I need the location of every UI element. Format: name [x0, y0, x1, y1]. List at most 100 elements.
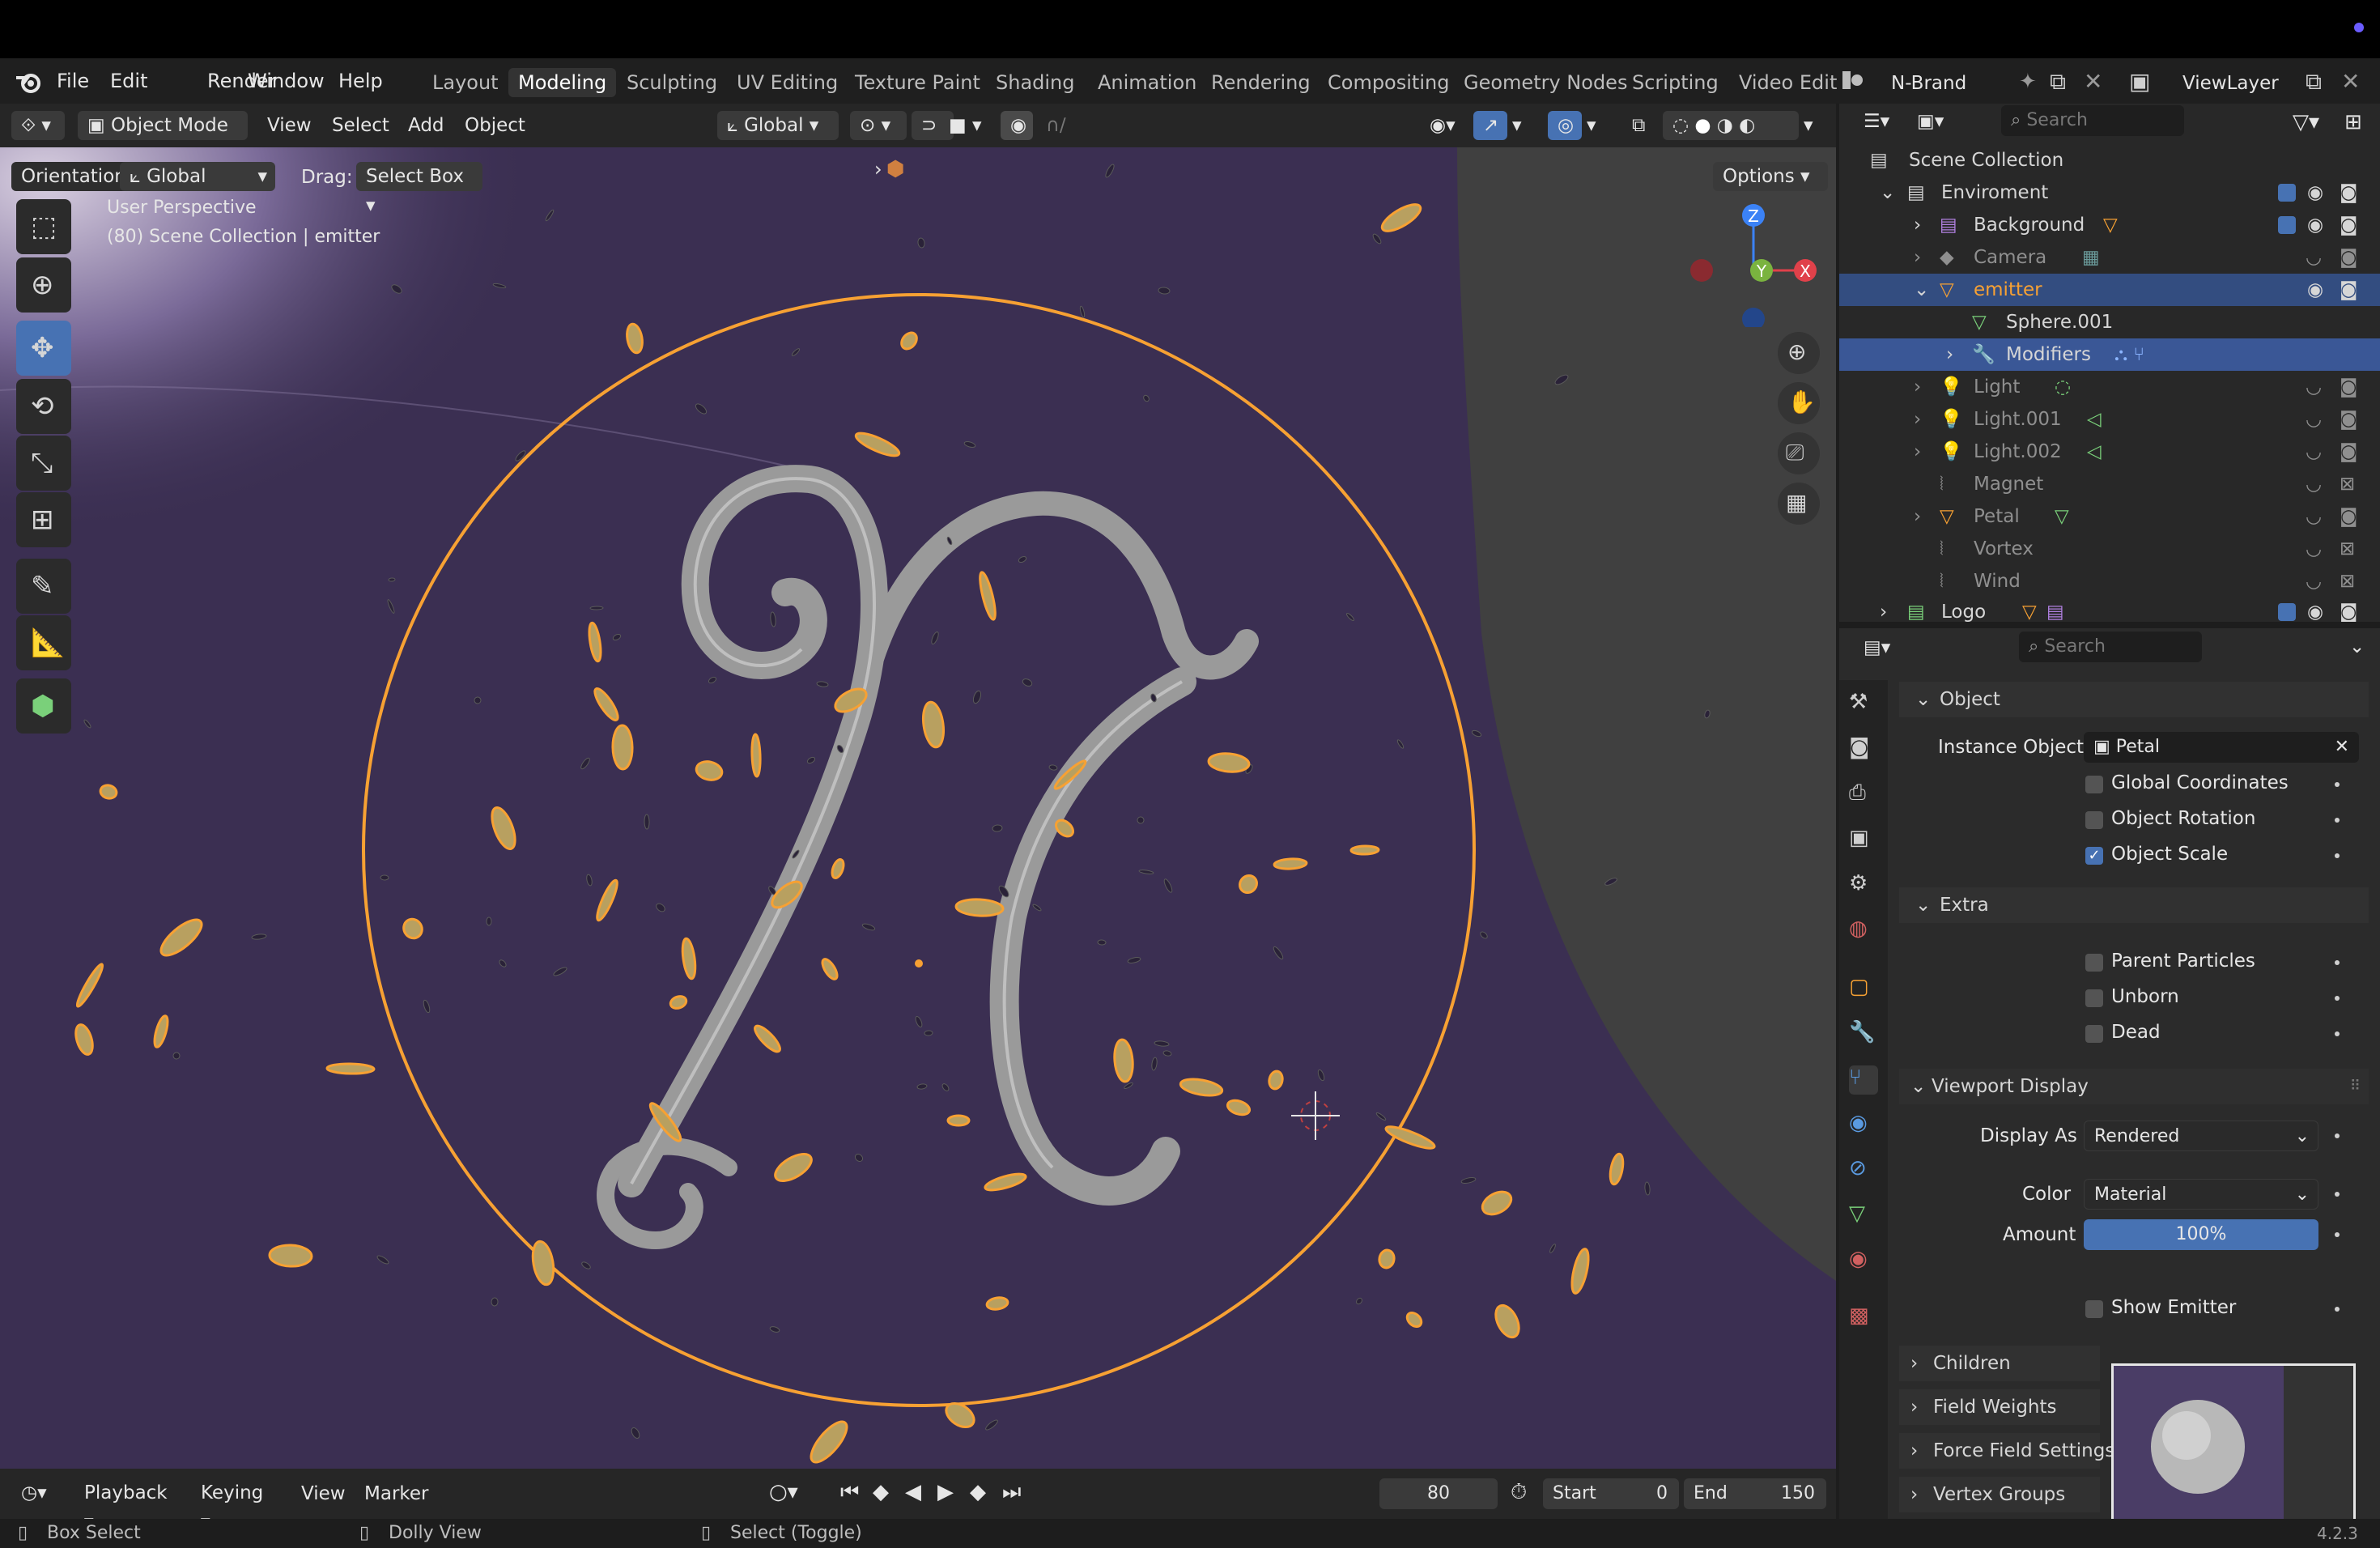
camera-icon[interactable]: ◙ — [2340, 176, 2357, 209]
falloff-dropdown[interactable]: ∩∕ — [1036, 111, 1082, 140]
cursor-tool[interactable]: ⊕ — [16, 257, 71, 313]
play-icon[interactable]: ▶ — [937, 1480, 954, 1504]
rotate-tool[interactable]: ⟲ — [16, 379, 71, 434]
eye-closed-icon[interactable]: ◡ — [2306, 500, 2322, 533]
scale-tool[interactable]: ⤡ — [16, 436, 71, 491]
animate-property-icon[interactable] — [2335, 818, 2340, 823]
exclude-checkbox[interactable] — [2278, 216, 2296, 234]
gizmo-dropdown[interactable]: ▾ — [1509, 111, 1533, 140]
particles-tab-icon[interactable]: ⑂ — [1849, 1065, 1878, 1095]
menu-help[interactable]: Help — [332, 66, 389, 96]
menu-edit[interactable]: Edit — [104, 66, 154, 96]
animate-property-icon[interactable] — [2335, 996, 2340, 1001]
remove-view-layer-icon[interactable]: ✕ — [2341, 68, 2360, 95]
outliner-row-light-001[interactable]: › 💡 Light.001 ◁ ◡ ◙ — [1839, 403, 2380, 436]
view-layer-name[interactable]: ViewLayer — [2182, 73, 2279, 94]
keying-menu[interactable]: Keying ▾ — [191, 1478, 283, 1533]
chevron-down-icon[interactable]: ⌄ — [2349, 636, 2365, 657]
object-rotation-checkbox[interactable] — [2085, 811, 2103, 829]
outliner-row-logo[interactable]: › ▤ Logo ▽ ▤ ◉ ◙ — [1839, 596, 2380, 622]
unborn-checkbox[interactable] — [2085, 989, 2103, 1007]
world-tab-icon[interactable]: ◍ — [1849, 916, 1878, 946]
measure-tool[interactable]: 📐 — [16, 615, 71, 670]
animate-property-icon[interactable] — [2335, 1031, 2340, 1036]
xray-toggle[interactable]: ⧉ — [1622, 111, 1655, 140]
outliner-editor-type[interactable]: ☰▾ — [1854, 107, 1899, 136]
timeline-view-menu[interactable]: View — [301, 1483, 346, 1504]
exclude-checkbox[interactable] — [2278, 184, 2296, 202]
perspective-toggle-icon[interactable]: ▦ — [1778, 483, 1820, 525]
blender-logo-icon[interactable] — [15, 68, 42, 96]
children-panel-header[interactable]: › Children — [1899, 1346, 2100, 1381]
outliner-row-modifiers[interactable]: › 🔧 Modifiers ⛬ ⑂ — [1839, 338, 2380, 371]
stopwatch-icon[interactable]: ⏱ — [1511, 1480, 1527, 1505]
tab-layout[interactable]: Layout — [423, 68, 508, 97]
eye-closed-icon[interactable]: ◡ — [2306, 468, 2322, 500]
overlays-dropdown[interactable]: ▾ — [1583, 111, 1608, 140]
jump-end-icon[interactable]: ⏭ — [1002, 1480, 1021, 1505]
eye-icon[interactable]: ◉ — [2307, 596, 2323, 622]
auto-keying-icon[interactable]: ○▾ — [769, 1480, 798, 1504]
camera-view-icon[interactable]: ⎚ — [1778, 432, 1820, 474]
view-layer-tab-icon[interactable]: ▣ — [1849, 826, 1878, 855]
outliner-row-light-002[interactable]: › 💡 Light.002 ◁ ◡ ◙ — [1839, 436, 2380, 468]
overlays-toggle[interactable]: ◎ — [1548, 111, 1582, 140]
new-view-layer-icon[interactable]: ⧉ — [2306, 68, 2322, 96]
proportional-edit-toggle[interactable]: ◉ — [1001, 111, 1033, 140]
camera-icon[interactable]: ◙ — [2340, 209, 2357, 241]
shading-dropdown[interactable]: ▾ — [1799, 111, 1828, 140]
tab-scripting[interactable]: Scripting — [1622, 68, 1728, 97]
outliner-row-magnet[interactable]: ⦚ Magnet ◡ ⊠ — [1839, 468, 2380, 500]
eye-icon[interactable]: ◉ — [2307, 274, 2323, 306]
drag-handle-icon[interactable]: ⠿ — [2350, 1069, 2361, 1104]
tool-tab-icon[interactable]: ⚒ — [1849, 690, 1878, 719]
properties-search-input[interactable]: ⌕ Search — [2019, 632, 2202, 662]
object-scale-checkbox[interactable]: ✓ — [2085, 847, 2103, 865]
modifier-tab-icon[interactable]: 🔧 — [1849, 1020, 1878, 1049]
scene-icon[interactable] — [1839, 66, 1865, 94]
exclude-checkbox[interactable] — [2278, 603, 2296, 621]
render-tab-icon[interactable]: ◙ — [1849, 735, 1878, 764]
next-keyframe-icon[interactable]: ◆ — [970, 1480, 986, 1504]
camera-icon[interactable]: ◙ — [2340, 241, 2357, 274]
camera-icon[interactable]: ◙ — [2340, 403, 2357, 436]
3d-viewport[interactable]: User Perspective (80) Scene Collection |… — [0, 147, 1836, 1469]
animate-property-icon[interactable] — [2335, 853, 2340, 858]
filter-icon[interactable]: ▽▾ — [2293, 110, 2319, 134]
play-reverse-icon[interactable]: ◀ — [905, 1480, 921, 1504]
display-as-dropdown[interactable]: Rendered ⌄ — [2084, 1121, 2318, 1151]
eye-closed-icon[interactable]: ◡ — [2306, 403, 2322, 436]
menu-add[interactable]: Add — [408, 115, 444, 136]
pan-view-icon[interactable]: ✋ — [1778, 382, 1820, 424]
tab-animation[interactable]: Animation — [1088, 68, 1206, 97]
outliner-row-wind[interactable]: ⦚ Wind ◡ ⊠ — [1839, 565, 2380, 598]
extra-panel-header[interactable]: ⌄ Extra — [1899, 887, 2369, 923]
editor-type-button[interactable]: ⟐ ▾ — [11, 111, 65, 140]
menu-object[interactable]: Object — [465, 115, 525, 136]
prev-keyframe-icon[interactable]: ◆ — [873, 1480, 889, 1504]
display-mode-dropdown[interactable]: ▣▾ — [1907, 107, 1956, 136]
output-tab-icon[interactable]: ⎙ — [1849, 780, 1878, 810]
camera-icon[interactable]: ◙ — [2340, 500, 2357, 533]
new-collection-icon[interactable]: ⊞ — [2344, 110, 2362, 134]
camera-icon[interactable]: ◙ — [2340, 436, 2357, 468]
menu-view[interactable]: View — [267, 115, 312, 136]
tab-shading[interactable]: Shading — [986, 68, 1085, 97]
physics-tab-icon[interactable]: ◉ — [1849, 1111, 1878, 1140]
outliner-row-scene-collection[interactable]: ▤ Scene Collection — [1839, 144, 2380, 176]
eye-icon[interactable]: ◉ — [2307, 209, 2323, 241]
pivot-point-dropdown[interactable]: ⊙ ▾ — [850, 111, 907, 140]
eye-icon[interactable]: ◉ — [2307, 176, 2323, 209]
scene-tab-icon[interactable]: ⚙ — [1849, 871, 1878, 900]
drag-dropdown[interactable]: Select Box ▾ — [356, 162, 482, 216]
animate-property-icon[interactable] — [2335, 1307, 2340, 1312]
camera-disabled-icon[interactable]: ⊠ — [2340, 565, 2355, 598]
menu-file[interactable]: File — [50, 66, 96, 96]
playback-menu[interactable]: Playback ▾ — [74, 1478, 186, 1533]
orientation-dropdown[interactable]: ⟀ Global ▾ — [120, 162, 275, 191]
sidebar-toggle[interactable]: › ⬢ — [874, 157, 915, 189]
camera-icon[interactable]: ◙ — [2340, 274, 2357, 306]
scene-name[interactable]: N-Brand — [1891, 73, 1966, 94]
outliner-row-light[interactable]: › 💡 Light ◌ ◡ ◙ — [1839, 371, 2380, 403]
constraints-tab-icon[interactable]: ⊘ — [1849, 1156, 1878, 1185]
